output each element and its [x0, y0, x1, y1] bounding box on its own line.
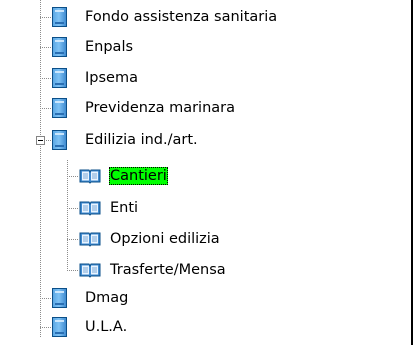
- tree-item-label: Fondo assistenza sanitaria: [85, 9, 278, 25]
- tree-item-label: Edilizia ind./art.: [85, 132, 198, 148]
- tree-item-label: Enti: [110, 200, 139, 216]
- book-icon: [79, 169, 101, 184]
- tree-item-edilizia[interactable]: Edilizia ind./art.: [52, 126, 199, 154]
- tree-item-cantieri[interactable]: Cantieri: [79, 162, 168, 190]
- tree-item-ula[interactable]: U.L.A.: [52, 313, 128, 341]
- tree-item-enpals[interactable]: Enpals: [52, 33, 134, 61]
- book-icon: [79, 201, 101, 216]
- document-icon: [52, 130, 67, 150]
- tree-item-label: Cantieri: [109, 167, 168, 185]
- tree-item-label: Trasferte/Mensa: [110, 262, 226, 278]
- tree-guide-line: [67, 270, 79, 271]
- tree-guide-line: [40, 17, 52, 18]
- document-icon: [52, 7, 67, 27]
- tree-guide-line: [40, 47, 52, 48]
- tree-guide-line: [40, 78, 52, 79]
- tree-item-enti[interactable]: Enti: [79, 194, 139, 222]
- tree-item-fondo-assistenza-sanitaria[interactable]: Fondo assistenza sanitaria: [52, 3, 278, 31]
- tree-guide-line: [67, 239, 79, 240]
- tree-guide-line: [40, 298, 52, 299]
- tree-item-label: Previdenza marinara: [85, 100, 236, 116]
- book-icon: [79, 232, 101, 247]
- tree-item-label: Enpals: [85, 39, 134, 55]
- tree-item-label: U.L.A.: [85, 319, 128, 335]
- tree-item-label: Ipsema: [85, 70, 138, 86]
- tree-item-label: Dmag: [85, 290, 129, 306]
- document-icon: [52, 98, 67, 118]
- tree-item-previdenza-marinara[interactable]: Previdenza marinara: [52, 94, 236, 122]
- collapse-toggle-icon[interactable]: [36, 136, 45, 145]
- document-icon: [52, 68, 67, 88]
- tree-item-opzioni-edilizia[interactable]: Opzioni edilizia: [79, 225, 221, 253]
- tree-guide-line: [40, 0, 41, 338]
- tree-guide-line: [67, 208, 79, 209]
- tree-guide-line: [40, 108, 52, 109]
- book-icon: [79, 263, 101, 278]
- tree-guide-line: [40, 327, 52, 328]
- tree-item-trasferte-mensa[interactable]: Trasferte/Mensa: [79, 256, 227, 284]
- tree-item-label: Opzioni edilizia: [110, 231, 220, 247]
- tree-guide-line: [67, 176, 79, 177]
- document-icon: [52, 288, 67, 308]
- tree-item-ipsema[interactable]: Ipsema: [52, 64, 139, 92]
- tree-item-dmag[interactable]: Dmag: [52, 284, 129, 312]
- document-icon: [52, 37, 67, 57]
- tree-view: Fondo assistenza sanitaria Enpals Ipsema…: [0, 0, 413, 345]
- document-icon: [52, 317, 67, 337]
